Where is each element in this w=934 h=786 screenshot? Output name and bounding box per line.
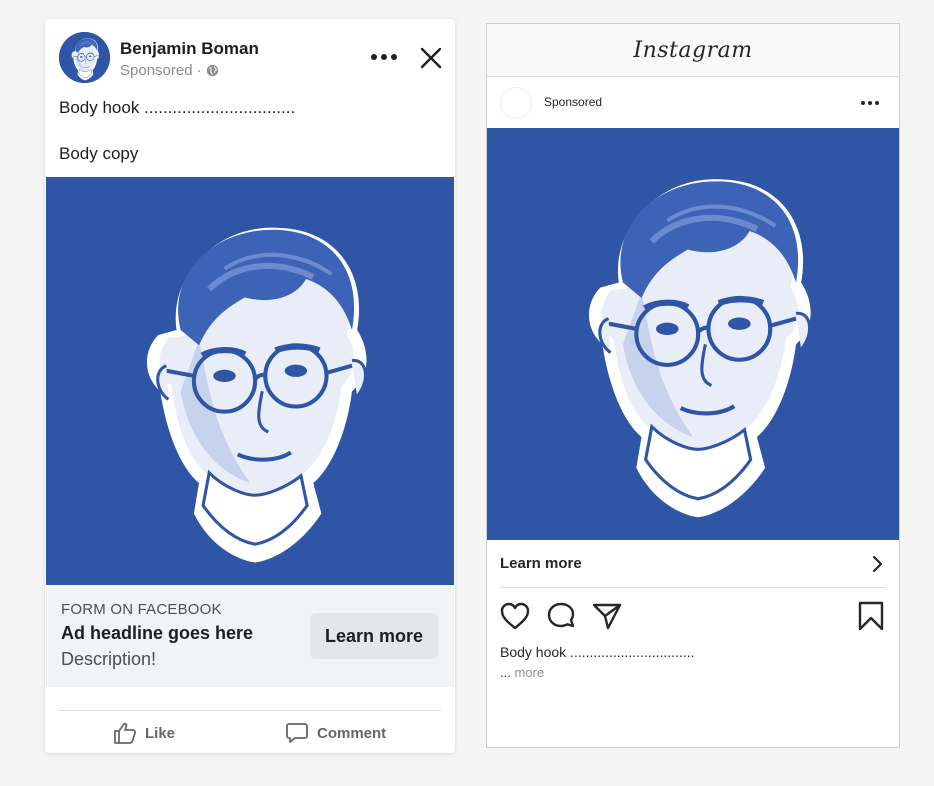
ad-image[interactable] [487,128,899,540]
instagram-action-bar [499,600,887,632]
share-icon[interactable] [591,600,623,632]
advertiser-name[interactable]: Benjamin Boman [120,39,259,59]
facebook-ad-preview: Benjamin Boman Sponsored · Body hook ...… [45,19,455,753]
chevron-right-icon [872,555,883,572]
learn-more-row[interactable]: Learn more [500,540,886,588]
globe-icon [206,64,218,77]
instagram-topbar: Instagram [487,24,899,77]
comment-label: Comment [317,724,387,742]
heart-icon[interactable] [499,600,531,632]
avatar[interactable] [500,87,532,119]
sponsored-label: Sponsored [544,95,603,109]
cta-strip: FORM ON FACEBOOK Ad headline goes here D… [46,585,454,687]
close-icon[interactable] [419,46,443,70]
more-dot [381,54,387,60]
more-options-icon[interactable] [857,94,883,112]
instagram-logo: Instagram [633,37,753,63]
learn-more-button[interactable]: Learn more [310,613,438,659]
comment-icon [286,723,308,743]
divider [58,710,441,711]
sponsored-label: Sponsored [120,62,193,79]
instagram-ad-preview: Instagram Sponsored Learn more Body hook… [486,23,900,748]
comment-icon[interactable] [545,600,577,632]
bookmark-icon[interactable] [855,600,887,632]
ad-image[interactable] [46,177,454,585]
caption-text: Body hook ..............................… [500,644,695,660]
caption-more-row: ... more [500,665,544,680]
more-options-icon[interactable] [368,46,400,68]
form-label: FORM ON FACEBOOK [61,601,222,618]
more-dot [371,54,377,60]
caption-ellipsis: ... [500,665,511,680]
learn-more-label: Learn more [500,555,582,572]
facebook-post-header: Benjamin Boman Sponsored · [45,19,455,99]
ad-headline: Ad headline goes here [61,623,254,643]
caption-more-link[interactable]: more [514,665,544,680]
more-dot [875,101,879,105]
body-hook-text: Body hook ..............................… [59,98,296,117]
avatar[interactable] [59,32,110,83]
like-icon [114,722,137,744]
more-dot [868,101,872,105]
body-copy-text: Body copy [59,144,139,163]
more-dot [861,101,865,105]
ad-description: Description! [61,649,157,669]
like-label: Like [145,724,176,742]
more-dot [391,54,397,60]
sponsored-label-row: Sponsored · [120,62,219,79]
instagram-post-header: Sponsored [487,77,899,128]
like-button[interactable]: Like [113,719,175,747]
sponsored-separator: · [196,62,202,79]
comment-button[interactable]: Comment [285,719,386,747]
